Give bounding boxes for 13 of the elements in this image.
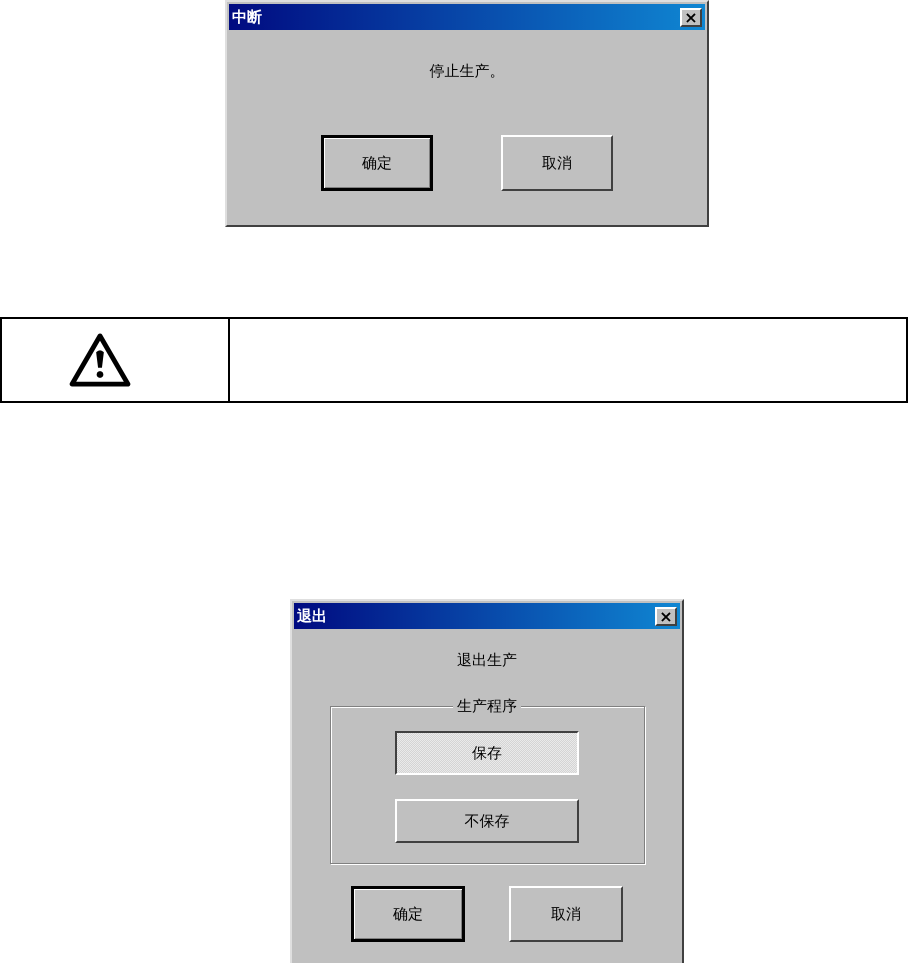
dialog-button[interactable]: 取消 [501,135,613,191]
message-text: 退出生产 [457,651,517,670]
dialog-button[interactable]: 确定 [351,886,465,942]
close-button[interactable]: × [655,606,677,626]
close-button[interactable]: × [680,8,702,26]
dialog-button[interactable]: 取消 [509,886,623,942]
option-button[interactable]: 不保存 [395,799,579,843]
message-text: 停止生产。 [430,62,504,81]
option-button[interactable]: 保存 [395,731,579,775]
window-title: 中断 [232,8,262,26]
dialog-button[interactable]: 确定 [321,135,433,191]
group-label: 生产程序 [453,697,521,716]
window-title: 退出 [297,606,327,626]
